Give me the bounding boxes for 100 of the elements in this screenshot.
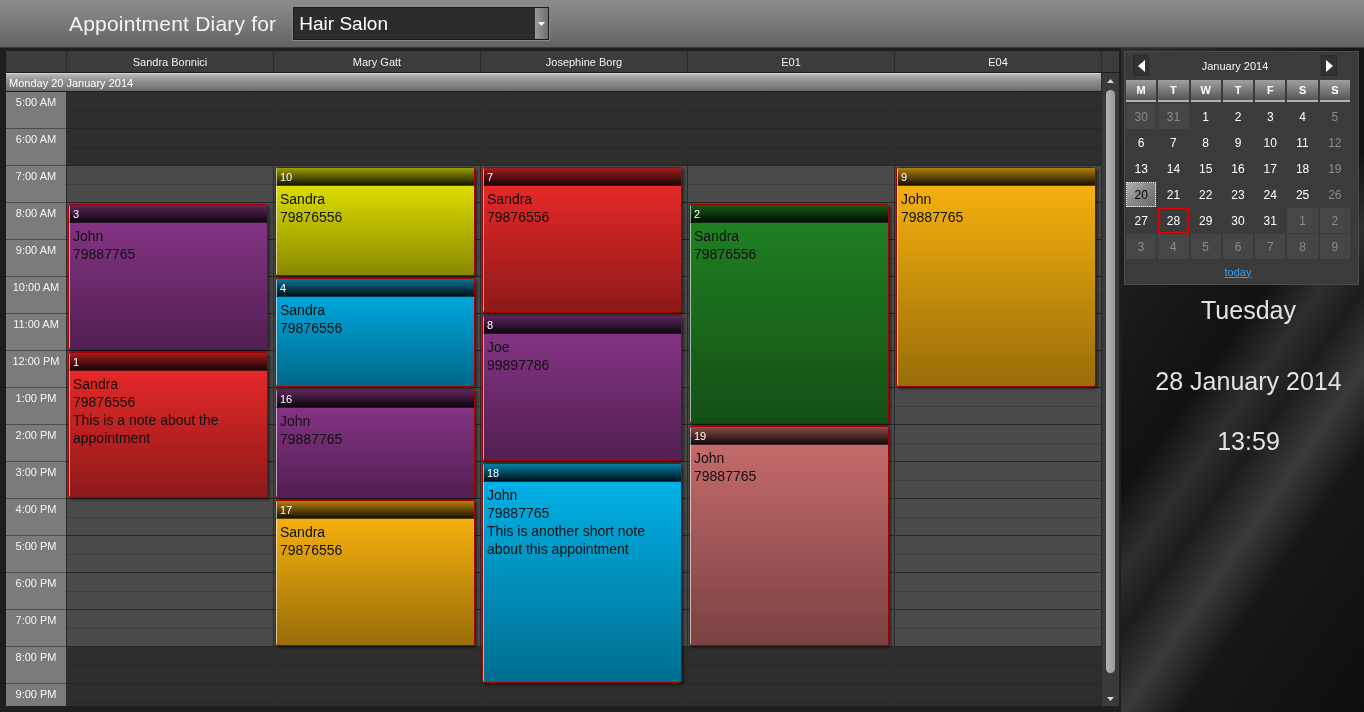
phone-number: 79887765 bbox=[694, 467, 757, 485]
appointment-header: 16 bbox=[276, 390, 474, 408]
calendar-day[interactable]: 7 bbox=[1158, 130, 1189, 155]
client-name: Sandra bbox=[487, 190, 533, 208]
calendar-day[interactable]: 13 bbox=[1126, 156, 1157, 181]
appointment-card[interactable]: 2 Sandra 79876556 bbox=[689, 204, 889, 424]
weekday-header: S bbox=[1319, 80, 1350, 102]
phone-number: 79876556 bbox=[694, 245, 757, 263]
left-triangle-icon bbox=[1137, 59, 1145, 72]
weekday-header: W bbox=[1190, 80, 1221, 102]
calendar-day[interactable]: 30 bbox=[1222, 208, 1254, 233]
column-header: Josephine Borg bbox=[480, 51, 687, 72]
appointment-header: 8 bbox=[483, 316, 681, 334]
weekday-header: T bbox=[1158, 80, 1189, 102]
location-dropdown[interactable]: Hair Salon bbox=[292, 6, 551, 41]
client-name: Sandra bbox=[280, 523, 326, 541]
next-month-button[interactable] bbox=[1321, 55, 1337, 76]
calendar-day[interactable]: 1 bbox=[1190, 104, 1221, 129]
appointment-card[interactable]: 7 Sandra 79876556 bbox=[482, 167, 682, 313]
calendar-day[interactable]: 20 bbox=[1126, 182, 1157, 207]
calendar-day[interactable]: 4 bbox=[1287, 104, 1318, 129]
calendar-day[interactable]: 24 bbox=[1255, 182, 1286, 207]
calendar-day[interactable]: 23 bbox=[1222, 182, 1254, 207]
weekday-header: S bbox=[1287, 80, 1318, 102]
time-label: 2:00 PM bbox=[6, 425, 66, 462]
right-triangle-icon bbox=[1325, 59, 1333, 72]
appointment-card[interactable]: 9 John 79887765 bbox=[896, 167, 1096, 387]
phone-number: 79887765 bbox=[901, 208, 964, 226]
client-name: Sandra bbox=[694, 227, 740, 245]
calendar-day[interactable]: 10 bbox=[1255, 130, 1286, 155]
appointment-card[interactable]: 18 John 79887765 This is another short note about this appointment bbox=[482, 463, 682, 683]
client-name: John bbox=[487, 486, 518, 504]
date-label: 28 January 2014 bbox=[1155, 366, 1342, 396]
appointment-card[interactable]: 10 Sandra 79876556 bbox=[275, 167, 475, 276]
calendar-day[interactable]: 14 bbox=[1158, 156, 1189, 181]
phone-number: 79876556 bbox=[487, 208, 550, 226]
appointment-header: 17 bbox=[276, 501, 474, 519]
time-label: 5:00 AM bbox=[6, 92, 66, 129]
calendar-day[interactable]: 3 bbox=[1255, 104, 1286, 129]
appointment-card[interactable]: 16 John 79887765 bbox=[275, 389, 475, 498]
previous-month-button[interactable] bbox=[1133, 55, 1149, 76]
time-label: 10:00 AM bbox=[6, 277, 66, 314]
calendar-day[interactable]: 28 bbox=[1158, 208, 1189, 233]
calendar-day[interactable]: 18 bbox=[1287, 156, 1318, 181]
appointment-card[interactable]: 19 John 79887765 bbox=[689, 426, 889, 646]
scrollbar[interactable] bbox=[1101, 73, 1119, 706]
calendar-day[interactable]: 25 bbox=[1287, 182, 1318, 207]
client-name: John bbox=[73, 227, 104, 245]
scrollbar-thumb[interactable] bbox=[1106, 90, 1115, 673]
month-label: January 2014 bbox=[1200, 59, 1270, 72]
appointment-card[interactable]: 8 Joe 99897786 bbox=[482, 315, 682, 461]
calendar-day[interactable]: 21 bbox=[1158, 182, 1189, 207]
today-link[interactable]: today bbox=[1224, 265, 1252, 278]
client-name: Sandra bbox=[280, 301, 326, 319]
clock-time: 13:59 bbox=[1217, 426, 1280, 456]
time-label: 9:00 PM bbox=[6, 684, 66, 706]
appointment-note: This is a note about the appointment bbox=[73, 411, 220, 447]
appointment-header: 9 bbox=[897, 168, 1095, 186]
calendar-day[interactable]: 9 bbox=[1222, 130, 1254, 155]
client-name: Sandra bbox=[280, 190, 326, 208]
client-name: John bbox=[694, 449, 725, 467]
calendar-day[interactable]: 15 bbox=[1190, 156, 1221, 181]
weekday-header: M bbox=[1126, 80, 1157, 102]
client-name: Joe bbox=[487, 338, 510, 356]
calendar-day[interactable]: 17 bbox=[1255, 156, 1286, 181]
weekday-header: F bbox=[1255, 80, 1286, 102]
appointment-card[interactable]: 1 Sandra 79876556 This is a note about the appointment bbox=[68, 352, 268, 498]
time-label: 3:00 PM bbox=[6, 462, 66, 499]
day-header: Monday 20 January 2014 bbox=[6, 73, 1101, 91]
calendar-day[interactable]: 6 bbox=[1126, 130, 1157, 155]
time-label: 6:00 AM bbox=[6, 129, 66, 166]
time-label: 4:00 PM bbox=[6, 499, 66, 536]
calendar-day[interactable]: 29 bbox=[1190, 208, 1221, 233]
phone-number: 79876556 bbox=[280, 319, 343, 337]
dropdown-button[interactable] bbox=[535, 8, 549, 39]
client-name: John bbox=[280, 412, 311, 430]
weekday-label: Tuesday bbox=[1201, 295, 1296, 325]
column-header: E01 bbox=[687, 51, 894, 72]
calendar-day[interactable]: 22 bbox=[1190, 182, 1221, 207]
appointment-card[interactable]: 4 Sandra 79876556 bbox=[275, 278, 475, 387]
weekday-header: T bbox=[1222, 80, 1254, 102]
page-title: Appointment Diary for bbox=[69, 11, 277, 36]
caret-down-icon bbox=[1107, 696, 1114, 701]
calendar-day[interactable]: 31 bbox=[1255, 208, 1286, 233]
client-name: John bbox=[901, 190, 932, 208]
client-name: Sandra bbox=[73, 375, 119, 393]
column-header: E04 bbox=[894, 51, 1101, 72]
time-label: 12:00 PM bbox=[6, 351, 66, 388]
calendar-day[interactable]: 11 bbox=[1287, 130, 1318, 155]
appointment-card[interactable]: 3 John 79887765 bbox=[68, 204, 268, 350]
calendar-day[interactable]: 16 bbox=[1222, 156, 1254, 181]
time-label: 1:00 PM bbox=[6, 388, 66, 425]
calendar-day[interactable]: 2 bbox=[1222, 104, 1254, 129]
time-label: 7:00 PM bbox=[6, 610, 66, 647]
appointment-card[interactable]: 17 Sandra 79876556 bbox=[275, 500, 475, 646]
time-label: 6:00 PM bbox=[6, 573, 66, 610]
phone-number: 79876556 bbox=[280, 541, 343, 559]
calendar-day[interactable]: 27 bbox=[1126, 208, 1157, 233]
phone-number: 79887765 bbox=[487, 504, 550, 522]
calendar-day[interactable]: 8 bbox=[1190, 130, 1221, 155]
